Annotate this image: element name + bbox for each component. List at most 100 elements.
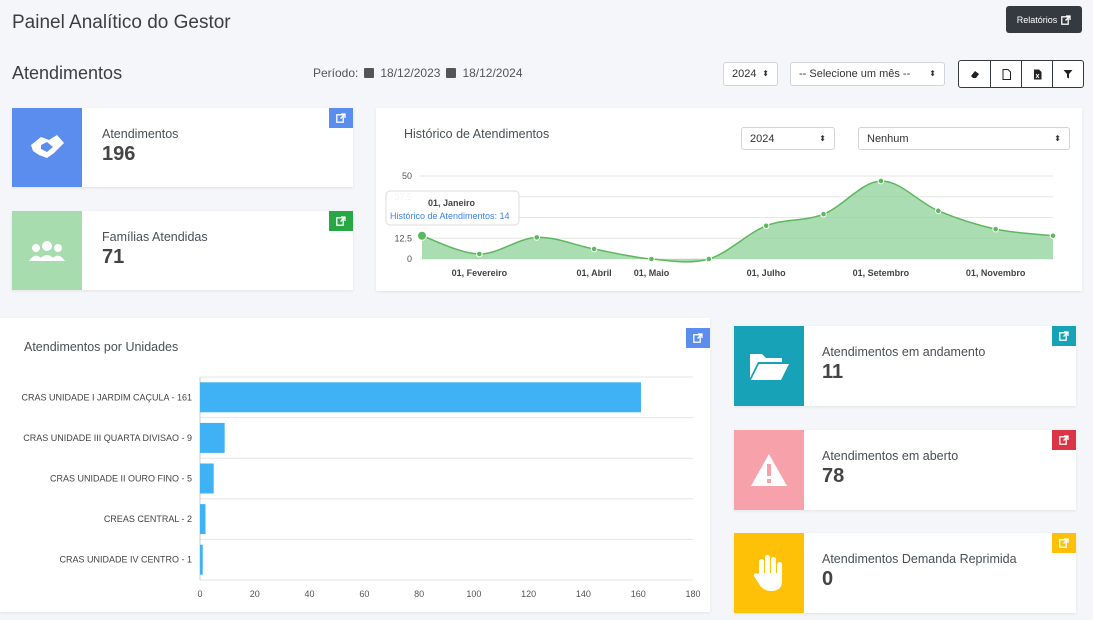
tooltip-title: 01, Janeiro [428, 198, 476, 208]
handshake-icon [31, 134, 64, 158]
calendar-icon [364, 68, 375, 78]
hand-stop-icon [754, 555, 782, 591]
data-point[interactable] [992, 225, 999, 233]
card-icon-area [734, 430, 804, 510]
card-label: Atendimentos em andamento [822, 345, 986, 359]
folder-open-icon [750, 354, 789, 380]
period-display: Período: 18/12/2023 18/12/2024 [313, 66, 523, 80]
x-tick-label: 20 [250, 589, 260, 599]
data-point[interactable] [762, 222, 770, 230]
section-title: Atendimentos [12, 63, 123, 83]
users-icon [29, 240, 65, 261]
card-icon-area [12, 108, 82, 187]
export-pdf-button[interactable] [990, 61, 1021, 87]
card-familias: Famílias Atendidas 71 [12, 211, 353, 290]
period-end: 18/12/2024 [462, 66, 523, 80]
x-tick-label: 80 [414, 589, 424, 599]
open-link-button[interactable] [1052, 533, 1076, 553]
card-aberto: Atendimentos em aberto 78 [734, 430, 1076, 510]
external-link-icon [1059, 538, 1069, 548]
data-point[interactable] [533, 234, 541, 241]
year-select[interactable]: 2024 ⬍ [723, 62, 778, 86]
card-value: 0 [822, 568, 834, 590]
card-value: 11 [822, 361, 844, 383]
x-tick-label: 01, Fevereiro [452, 268, 508, 278]
card-icon-area [734, 533, 804, 613]
units-card: Atendimentos por Unidades CRAS UNIDADE I… [0, 318, 710, 612]
open-link-button[interactable] [1052, 430, 1076, 450]
open-link-button[interactable] [329, 108, 353, 128]
toolbar-button-group [958, 60, 1084, 88]
y-tick-label: 12.5 [394, 233, 412, 243]
open-link-button[interactable] [329, 211, 353, 231]
card-value: 196 [102, 143, 136, 165]
tooltip-series: Histórico de Atendimentos: 14 [390, 211, 510, 221]
data-point[interactable] [417, 230, 427, 241]
period-start: 18/12/2023 [380, 66, 441, 80]
card-label: Atendimentos em aberto [822, 449, 959, 463]
history-chart: 012.537.550 01, Fevereiro01, Abril01, Ma… [385, 171, 1057, 278]
history-card: Histórico de Atendimentos 2024 ⬍ Nenhum ⬍ … [376, 108, 1082, 291]
x-tick-label: 40 [305, 589, 315, 599]
bar[interactable] [200, 544, 203, 575]
external-link-icon [1059, 331, 1069, 341]
card-value: 78 [822, 465, 845, 487]
data-point[interactable] [648, 255, 655, 263]
external-link-icon [336, 113, 346, 123]
x-tick-label: 140 [576, 589, 591, 599]
x-tick-label: 120 [521, 589, 536, 599]
bar[interactable] [200, 382, 641, 413]
month-select[interactable]: -- Selecione um mês -- ⬍ [790, 62, 945, 86]
data-point[interactable] [590, 245, 598, 253]
data-point[interactable] [1049, 232, 1057, 240]
data-point[interactable] [877, 177, 885, 185]
export-excel-button[interactable] [1021, 61, 1052, 87]
clear-filter-button[interactable] [959, 61, 990, 87]
eraser-icon [970, 71, 979, 78]
month-select-value: -- Selecione um mês -- [799, 68, 911, 80]
card-atendimentos: Atendimentos 196 [12, 108, 353, 187]
card-icon-area [734, 326, 804, 406]
external-link-icon [1059, 435, 1069, 445]
x-tick-label: 160 [631, 589, 646, 599]
card-label: Atendimentos Demanda Reprimida [822, 552, 1017, 566]
x-tick-label: 01, Abril [576, 268, 611, 278]
filter-button[interactable] [1052, 61, 1083, 87]
x-tick-label: 01, Novembro [966, 268, 1026, 278]
period-label: Período: [313, 66, 359, 80]
data-point[interactable] [820, 210, 827, 218]
filter-icon [1063, 70, 1073, 79]
x-tick-label: 180 [685, 589, 700, 599]
data-point[interactable] [705, 255, 713, 263]
category-label: CRAS UNIDADE III QUARTA DIVISAO - 9 [23, 433, 192, 443]
x-tick-label: 60 [359, 589, 369, 599]
card-reprimida: Atendimentos Demanda Reprimida 0 [734, 533, 1076, 613]
x-tick-label: 100 [466, 589, 481, 599]
category-label: CRAS UNIDADE II OURO FINO - 5 [50, 474, 192, 484]
open-link-button[interactable] [1052, 326, 1076, 346]
bar[interactable] [200, 422, 225, 453]
x-tick-label: 01, Maio [634, 268, 670, 278]
external-link-icon [336, 216, 346, 226]
pdf-icon [1002, 68, 1011, 80]
category-label: CREAS CENTRAL - 2 [104, 514, 192, 524]
select-arrows-icon: ⬍ [929, 69, 936, 78]
category-label: CRAS UNIDADE IV CENTRO - 1 [59, 555, 192, 565]
card-label: Famílias Atendidas [102, 230, 208, 244]
excel-icon [1033, 69, 1041, 79]
card-andamento: Atendimentos em andamento 11 [734, 326, 1076, 406]
bar[interactable] [200, 463, 214, 494]
x-tick-label: 01, Setembro [853, 268, 910, 278]
chart-tooltip: 01, Janeiro Histórico de Atendimentos: 1… [385, 190, 520, 226]
units-chart: CRAS UNIDADE I JARDIM CAÇULA - 161 CRAS U… [21, 376, 701, 599]
bar[interactable] [200, 504, 206, 535]
warning-icon [751, 454, 787, 486]
x-tick-label: 01, Julho [747, 268, 787, 278]
data-point[interactable] [476, 250, 483, 258]
external-link-icon [1061, 14, 1071, 25]
reports-button[interactable]: Relatórios [1006, 6, 1082, 33]
card-value: 71 [102, 246, 125, 268]
calendar-icon [446, 68, 457, 78]
card-icon-area [12, 211, 82, 290]
data-point[interactable] [934, 207, 942, 215]
